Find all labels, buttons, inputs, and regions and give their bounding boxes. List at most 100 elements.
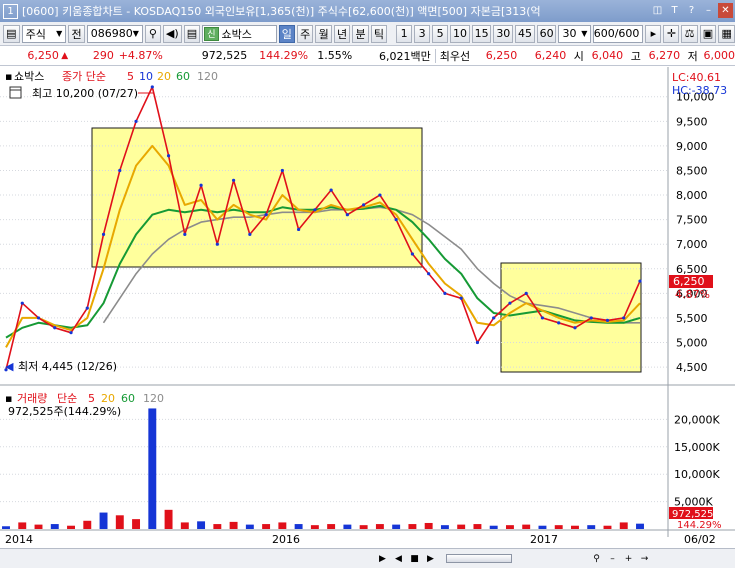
- minimize-button[interactable]: –: [701, 3, 716, 18]
- trade-amount: 6,021백만: [379, 49, 431, 63]
- data-count-input[interactable]: 600/600: [593, 24, 644, 43]
- market-select-value: 주식: [25, 27, 46, 41]
- search-icon[interactable]: ⚲: [144, 24, 161, 43]
- volume-bar: [327, 524, 336, 529]
- price-point: [524, 291, 528, 295]
- window-titlebar: 1 [0600] 키움종합차트 - KOSDAQ150 외국인보유[1,365(…: [0, 0, 735, 22]
- price-point: [264, 213, 268, 217]
- volume-bar: [2, 526, 10, 529]
- high-price: 6,270: [648, 49, 681, 62]
- legend-stock-name: 쇼박스: [14, 70, 44, 83]
- crosshair-icon[interactable]: ✛: [663, 24, 680, 43]
- stock-chart[interactable]: 10,0009,5009,0008,5008,0007,5007,0006,50…: [0, 67, 735, 548]
- volume-bar: [554, 525, 563, 529]
- volume-tick-label: 15,000K: [674, 441, 720, 454]
- interval-15-button[interactable]: 15: [471, 24, 492, 43]
- price-point: [231, 178, 236, 182]
- zoom-search-icon[interactable]: ⚲: [590, 552, 603, 565]
- price-point: [183, 232, 187, 236]
- help-button[interactable]: ?: [684, 3, 699, 18]
- interval-select[interactable]: 30 ▼: [558, 24, 592, 43]
- grid-icon[interactable]: ▦: [718, 24, 735, 43]
- scroll-right-button[interactable]: ▶: [424, 552, 437, 565]
- interval-3-button[interactable]: 3: [414, 24, 431, 43]
- tab-minute[interactable]: 분: [352, 24, 369, 43]
- price-point: [459, 296, 463, 300]
- volume-bar: [408, 524, 417, 529]
- all-market-button[interactable]: 전: [68, 24, 85, 43]
- menu-icon[interactable]: ▤: [183, 24, 201, 43]
- legend-ma-5: 5: [127, 70, 134, 83]
- tab-year[interactable]: 년: [333, 24, 351, 43]
- highlight-box-range-1: [91, 127, 423, 268]
- volume-bar: [310, 525, 319, 529]
- turnover-rate: 1.55%: [317, 49, 353, 62]
- stock-code-input[interactable]: 086980 ▼: [86, 24, 143, 43]
- price-tick-label: 7,500: [676, 214, 708, 227]
- tab-month[interactable]: 월: [315, 24, 332, 43]
- volume-bar: [278, 522, 287, 529]
- volume-bar: [636, 523, 644, 529]
- volume-bar: [197, 521, 206, 529]
- interval-10-button[interactable]: 10: [450, 24, 470, 43]
- price-point: [410, 252, 415, 256]
- scale-icon[interactable]: ⚖: [681, 24, 698, 43]
- volume-legend-ma-20: 20: [101, 392, 115, 405]
- interval-30-button[interactable]: 30: [493, 24, 514, 43]
- price-change-pct: +4.87%: [118, 49, 163, 62]
- volume-bar: [522, 524, 531, 529]
- price-tick-label: 5,500: [676, 312, 708, 325]
- chevron-down-icon: ▼: [581, 29, 588, 38]
- interval-45-button[interactable]: 45: [515, 24, 535, 43]
- price-tick-label: 8,500: [676, 164, 708, 177]
- scroll-end-button[interactable]: →: [638, 552, 651, 565]
- volume-legend-ma-120: 120: [143, 392, 164, 405]
- scroll-left-button[interactable]: ◀: [392, 552, 405, 565]
- scroll-stop-button[interactable]: ■: [408, 552, 421, 565]
- price-point: [297, 227, 301, 232]
- layout-icon[interactable]: ▤: [3, 24, 20, 43]
- scroll-slider[interactable]: [446, 554, 512, 563]
- interval-60-button[interactable]: 60: [536, 24, 557, 43]
- market-select[interactable]: 주식 ▼: [21, 24, 67, 43]
- best-ask: 6,250: [485, 49, 518, 62]
- price-point: [345, 213, 349, 217]
- stock-name-field[interactable]: 신 쇼박스: [202, 24, 277, 43]
- volume-bar: [180, 522, 189, 529]
- price-point: [215, 242, 219, 246]
- play-icon[interactable]: ▸: [645, 24, 662, 43]
- volume-bar: [603, 525, 612, 529]
- price-point: [313, 208, 317, 212]
- price-point: [394, 218, 398, 222]
- calendar-icon[interactable]: [9, 86, 22, 99]
- tab-week[interactable]: 주: [296, 24, 314, 43]
- volume-legend-name: 거래량: [17, 392, 47, 405]
- chart-area[interactable]: 10,000 9,500 9,000 8,500 8,000 7,500 7,000 6,50…: [0, 67, 735, 548]
- zoom-in-button[interactable]: +: [622, 552, 635, 565]
- stock-name: 쇼박스: [221, 27, 252, 41]
- best-offer-label: 최우선: [439, 49, 471, 63]
- volume-bar: [67, 525, 75, 529]
- close-button[interactable]: ✕: [718, 3, 733, 18]
- price-point: [638, 279, 642, 283]
- tab-day[interactable]: 일: [278, 24, 295, 43]
- interval-1-button[interactable]: 1: [396, 24, 413, 43]
- link-window-icon[interactable]: ◫: [650, 3, 665, 18]
- text-mode-button[interactable]: T: [667, 3, 682, 18]
- save-icon[interactable]: ▣: [699, 24, 717, 43]
- price-point: [101, 232, 106, 236]
- volume-tick-label: 5,000K: [674, 496, 713, 509]
- volume-bar: [148, 408, 157, 529]
- price-point: [605, 318, 610, 322]
- interval-5-button[interactable]: 5: [432, 24, 449, 43]
- x-label-2016: 2016: [272, 533, 300, 546]
- volume-bar: [571, 525, 579, 529]
- sound-icon[interactable]: ◀): [162, 24, 182, 43]
- price-point: [622, 316, 626, 320]
- scroll-play-button[interactable]: ▶: [376, 552, 389, 565]
- volume-bar: [424, 522, 433, 529]
- low-marker-arrow: ◀: [5, 360, 14, 373]
- tab-tick[interactable]: 틱: [370, 24, 388, 43]
- price-point: [329, 188, 333, 192]
- zoom-out-button[interactable]: –: [606, 552, 619, 565]
